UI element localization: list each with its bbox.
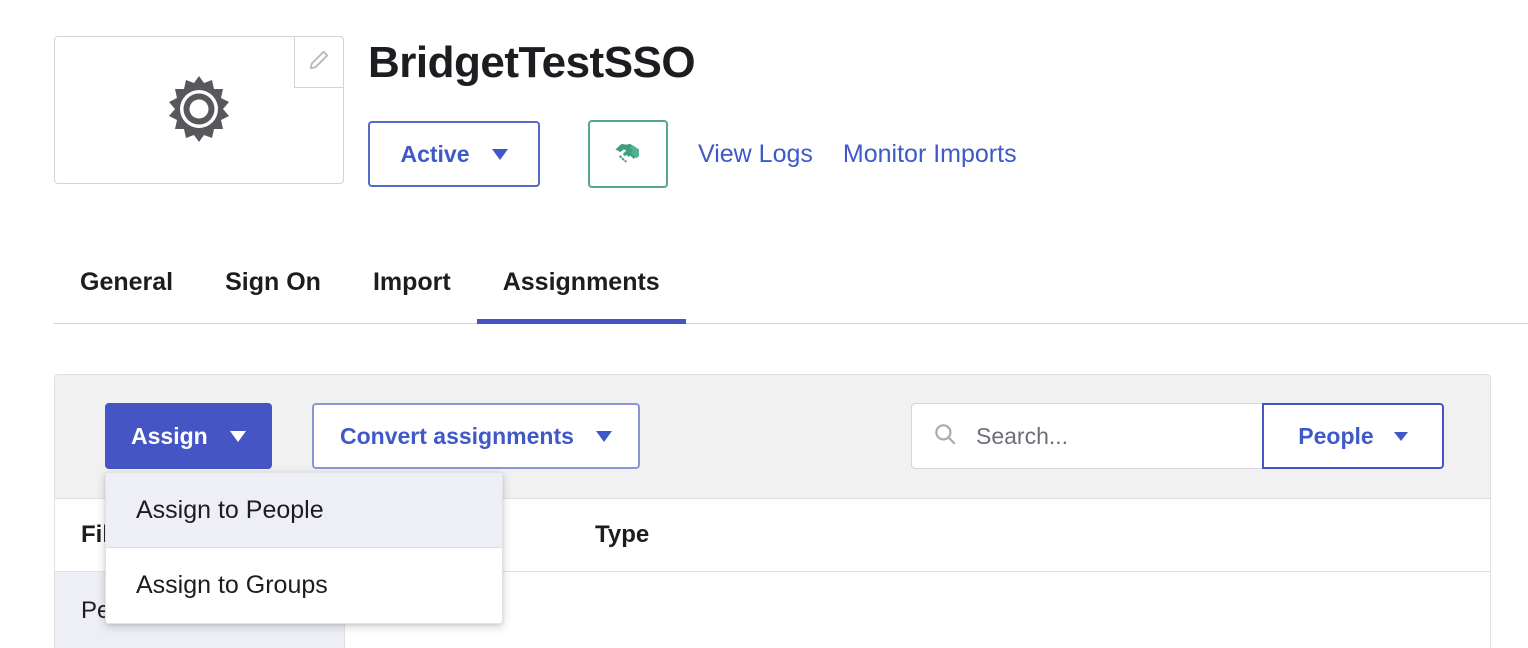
menu-item-assign-to-people-label: Assign to People (136, 496, 324, 525)
tab-import[interactable]: Import (347, 252, 477, 323)
table-row (345, 572, 1490, 648)
column-header-type: Type (595, 521, 649, 549)
header-controls: Active View Logs Monitor Imports (368, 120, 1017, 188)
tab-general[interactable]: General (54, 252, 199, 323)
view-logs-link[interactable]: View Logs (698, 140, 813, 169)
search-group: Search... People (911, 403, 1444, 469)
tab-import-label: Import (373, 268, 451, 297)
tab-sign-on[interactable]: Sign On (199, 252, 347, 323)
page-title: BridgetTestSSO (368, 38, 695, 89)
convert-assignments-label: Convert assignments (340, 423, 574, 450)
people-filter-dropdown[interactable]: People (1262, 403, 1444, 469)
tab-sign-on-label: Sign On (225, 268, 321, 297)
gear-icon (163, 74, 235, 146)
app-status-label: Active (400, 141, 469, 168)
tab-assignments-label: Assignments (503, 268, 660, 297)
table-header-row: Type (345, 499, 1490, 572)
menu-item-assign-to-groups[interactable]: Assign to Groups (106, 548, 502, 623)
assign-dropdown-menu: Assign to People Assign to Groups (105, 472, 503, 624)
monitor-imports-link[interactable]: Monitor Imports (843, 140, 1017, 169)
app-header: BridgetTestSSO Active View Logs Monitor … (0, 0, 1528, 230)
menu-item-assign-to-groups-label: Assign to Groups (136, 571, 328, 600)
app-status-dropdown[interactable]: Active (368, 121, 540, 187)
edit-logo-button[interactable] (294, 36, 344, 88)
chevron-down-icon (596, 431, 612, 442)
search-icon (932, 421, 958, 452)
table-main: Type (345, 499, 1490, 648)
people-filter-label: People (1298, 423, 1373, 450)
assign-button[interactable]: Assign (105, 403, 272, 469)
app-logo-box (54, 36, 344, 184)
handshake-button[interactable] (588, 120, 668, 188)
tab-assignments[interactable]: Assignments (477, 252, 686, 323)
chevron-down-icon (1394, 432, 1408, 441)
tab-bar: General Sign On Import Assignments (54, 252, 1528, 324)
handshake-icon (612, 137, 644, 172)
assign-button-label: Assign (131, 423, 208, 450)
pencil-icon (308, 49, 330, 76)
chevron-down-icon (230, 431, 246, 442)
search-input[interactable]: Search... (911, 403, 1263, 469)
chevron-down-icon (492, 149, 508, 160)
convert-assignments-button[interactable]: Convert assignments (312, 403, 640, 469)
tab-general-label: General (80, 268, 173, 297)
menu-item-assign-to-people[interactable]: Assign to People (106, 473, 502, 548)
search-placeholder: Search... (976, 423, 1068, 450)
